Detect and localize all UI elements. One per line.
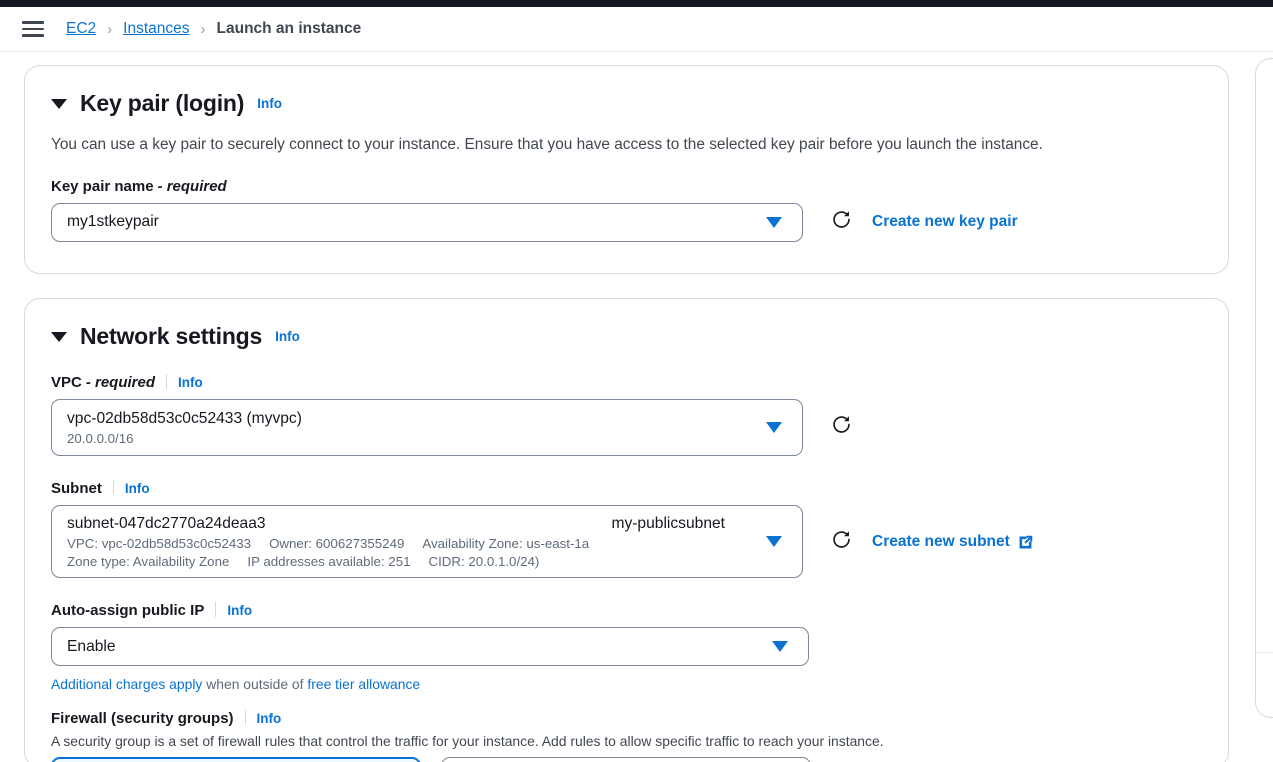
hamburger-bar (22, 21, 44, 24)
form-content-area: Key pair (login) Info You can use a key … (0, 52, 1250, 762)
subnet-actions: Create new subnet (831, 505, 1034, 555)
subnet-meta-row-1: VPC: vpc-02db58d53c0c52433 Owner: 600627… (67, 536, 787, 551)
firewall-option-cards (51, 757, 1202, 762)
auto-assign-ip-hint: Additional charges apply when outside of… (51, 676, 1202, 692)
breadcrumb-item-current: Launch an instance (216, 20, 362, 37)
network-settings-section: Network settings Info VPC - required Inf… (24, 298, 1229, 762)
hamburger-bar (22, 27, 44, 31)
label-divider (215, 602, 217, 617)
create-new-subnet-link[interactable]: Create new subnet (872, 533, 1034, 551)
collapse-caret-icon[interactable] (51, 98, 67, 109)
vpc-info-link[interactable]: Info (178, 375, 203, 390)
auto-assign-ip-label: Auto-assign public IP Info (51, 600, 1202, 619)
firewall-label: Firewall (security groups) Info (51, 708, 1202, 727)
required-marker: - required (157, 177, 227, 195)
firewall-info-link[interactable]: Info (257, 711, 282, 726)
key-pair-name-label: Key pair name - required (51, 178, 1202, 195)
hamburger-bar (22, 34, 44, 37)
chevron-down-icon (766, 216, 782, 228)
key-pair-description: You can use a key pair to securely conne… (51, 136, 1043, 153)
breadcrumb: EC2 › Instances › Launch an instance (66, 20, 361, 38)
create-new-key-pair-link[interactable]: Create new key pair (872, 213, 1018, 231)
firewall-option-select-existing[interactable] (441, 757, 811, 762)
key-pair-actions: Create new key pair (831, 203, 1018, 235)
subnet-select[interactable]: subnet-047dc2770a24deaa3 my-publicsubnet… (51, 505, 803, 578)
subnet-info-link[interactable]: Info (125, 481, 150, 496)
firewall-option-create-new[interactable] (51, 757, 421, 762)
auto-assign-ip-row: Enable (51, 627, 1202, 666)
auto-assign-ip-label-text: Auto-assign public IP (51, 602, 205, 619)
refresh-icon[interactable] (831, 529, 852, 555)
vpc-select[interactable]: vpc-02db58d53c0c52433 (myvpc) 20.0.0.0/1… (51, 399, 803, 456)
refresh-icon[interactable] (831, 209, 852, 235)
subnet-meta-az: Availability Zone: us-east-1a (422, 535, 590, 551)
breadcrumb-bar: EC2 › Instances › Launch an instance (0, 7, 1273, 52)
key-pair-selected-value: my1stkeypair (67, 213, 159, 231)
subnet-meta-zone-type: Zone type: Availability Zone (67, 553, 230, 569)
create-new-subnet-label: Create new subnet (872, 533, 1010, 550)
chevron-down-icon (766, 536, 782, 547)
label-divider (244, 710, 246, 725)
auto-assign-ip-value: Enable (67, 637, 116, 655)
subnet-meta-owner: Owner: 600627355249 (269, 535, 405, 551)
refresh-icon[interactable] (831, 414, 852, 440)
vpc-label-text: VPC (51, 374, 82, 391)
vpc-row: vpc-02db58d53c0c52433 (myvpc) 20.0.0.0/1… (51, 399, 1202, 456)
auto-assign-ip-info-link[interactable]: Info (227, 603, 252, 618)
firewall-label-text: Firewall (security groups) (51, 710, 234, 727)
key-pair-title: Key pair (login) (80, 90, 245, 116)
summary-panel-divider (1256, 652, 1273, 653)
subnet-meta-cidr: CIDR: 20.0.1.0/24) (428, 553, 540, 569)
free-tier-allowance-link[interactable]: free tier allowance (307, 676, 420, 692)
network-settings-header: Network settings Info (51, 323, 1202, 350)
top-dark-strip (0, 0, 1273, 7)
chevron-down-icon (772, 641, 788, 652)
summary-panel (1255, 58, 1273, 718)
vpc-label: VPC - required Info (51, 372, 1202, 391)
subnet-id: subnet-047dc2770a24deaa3 (67, 514, 266, 532)
firewall-description: A security group is a set of firewall ru… (51, 733, 884, 749)
subnet-label-text: Subnet (51, 480, 102, 497)
subnet-meta-vpc: VPC: vpc-02db58d53c0c52433 (67, 535, 252, 551)
breadcrumb-item-instances[interactable]: Instances (123, 20, 189, 38)
subnet-primary-row: subnet-047dc2770a24deaa3 my-publicsubnet (67, 515, 787, 533)
create-new-key-pair-label: Create new key pair (872, 212, 1018, 230)
subnet-meta-ip-available: IP addresses available: 251 (247, 553, 411, 569)
breadcrumb-item-ec2[interactable]: EC2 (66, 20, 96, 38)
subnet-meta-row-2: Zone type: Availability Zone IP addresse… (67, 554, 787, 569)
chevron-down-icon (766, 422, 782, 433)
label-divider (166, 374, 168, 389)
key-pair-section: Key pair (login) Info You can use a key … (24, 65, 1229, 274)
subnet-name: my-publicsubnet (611, 514, 725, 532)
external-link-icon (1017, 534, 1034, 551)
vpc-selected-value: vpc-02db58d53c0c52433 (myvpc) (67, 409, 302, 427)
key-pair-row: my1stkeypair Create new key pair (51, 202, 1202, 242)
key-pair-info-link[interactable]: Info (257, 96, 282, 111)
vpc-cidr: 20.0.0.0/16 (67, 430, 134, 446)
key-pair-name-label-text: Key pair name (51, 177, 154, 195)
network-settings-info-link[interactable]: Info (275, 329, 300, 344)
collapse-caret-icon[interactable] (51, 331, 67, 342)
key-pair-header: Key pair (login) Info (51, 90, 1202, 117)
additional-charges-link[interactable]: Additional charges apply (51, 676, 202, 692)
network-settings-title: Network settings (80, 323, 263, 349)
breadcrumb-separator: › (200, 20, 206, 38)
breadcrumb-separator: › (107, 20, 113, 38)
vpc-actions (831, 399, 872, 440)
hamburger-menu-icon[interactable] (22, 21, 44, 37)
key-pair-select[interactable]: my1stkeypair (51, 202, 803, 242)
subnet-row: subnet-047dc2770a24deaa3 my-publicsubnet… (51, 505, 1202, 578)
label-divider (112, 480, 114, 495)
hint-middle-text: when outside of (202, 676, 308, 692)
subnet-label: Subnet Info (51, 478, 1202, 497)
auto-assign-ip-select[interactable]: Enable (51, 627, 809, 666)
required-marker: - required (85, 374, 156, 391)
